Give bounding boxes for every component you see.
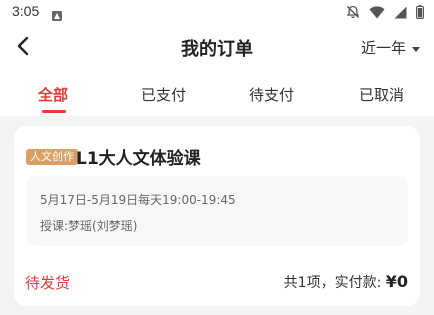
order-summary-label: 共1项，实付款: — [283, 275, 386, 291]
status-bar: 3:05 — [0, 0, 434, 26]
signal-icon — [394, 6, 407, 19]
order-amount: ¥0 — [385, 272, 408, 291]
order-list: 人文创作 L1大人文体验课 5月17日-5月19日每天19:00-19:45 授… — [0, 116, 434, 315]
order-summary: 共1项，实付款: ¥0 — [284, 272, 408, 292]
order-status: 待发货 — [25, 274, 71, 292]
status-icons — [346, 4, 424, 20]
tab-paid[interactable]: 已支付 — [141, 84, 186, 105]
date-range-dropdown[interactable]: 近一年 — [361, 37, 420, 58]
schedule-teacher: 授课:梦瑶(刘梦瑶) — [40, 219, 138, 233]
tab-all[interactable]: 全部 — [38, 84, 68, 105]
status-time: 3:05 — [12, 3, 40, 19]
order-tabs: 全部 已支付 待支付 已取消 — [0, 70, 434, 116]
course-title: L1大人文体验课 — [76, 149, 201, 169]
order-card[interactable]: 人文创作 L1大人文体验课 5月17日-5月19日每天19:00-19:45 授… — [14, 126, 420, 306]
active-tab-indicator — [42, 110, 66, 113]
category-tag: 人文创作 — [26, 149, 78, 165]
caret-down-icon — [412, 38, 420, 57]
tab-cancelled[interactable]: 已取消 — [359, 84, 404, 105]
date-range-label: 近一年 — [360, 39, 406, 57]
header: 我的订单 近一年 — [0, 26, 434, 70]
tab-pending-payment[interactable]: 待支付 — [249, 84, 294, 105]
schedule-time: 5月17日-5月19日每天19:00-19:45 — [40, 193, 236, 207]
schedule-box: 5月17日-5月19日每天19:00-19:45 授课:梦瑶(刘梦瑶) — [26, 176, 408, 246]
mute-icon — [346, 5, 360, 19]
battery-icon — [416, 5, 424, 19]
notification-icon — [52, 6, 62, 21]
wifi-icon — [369, 5, 385, 19]
